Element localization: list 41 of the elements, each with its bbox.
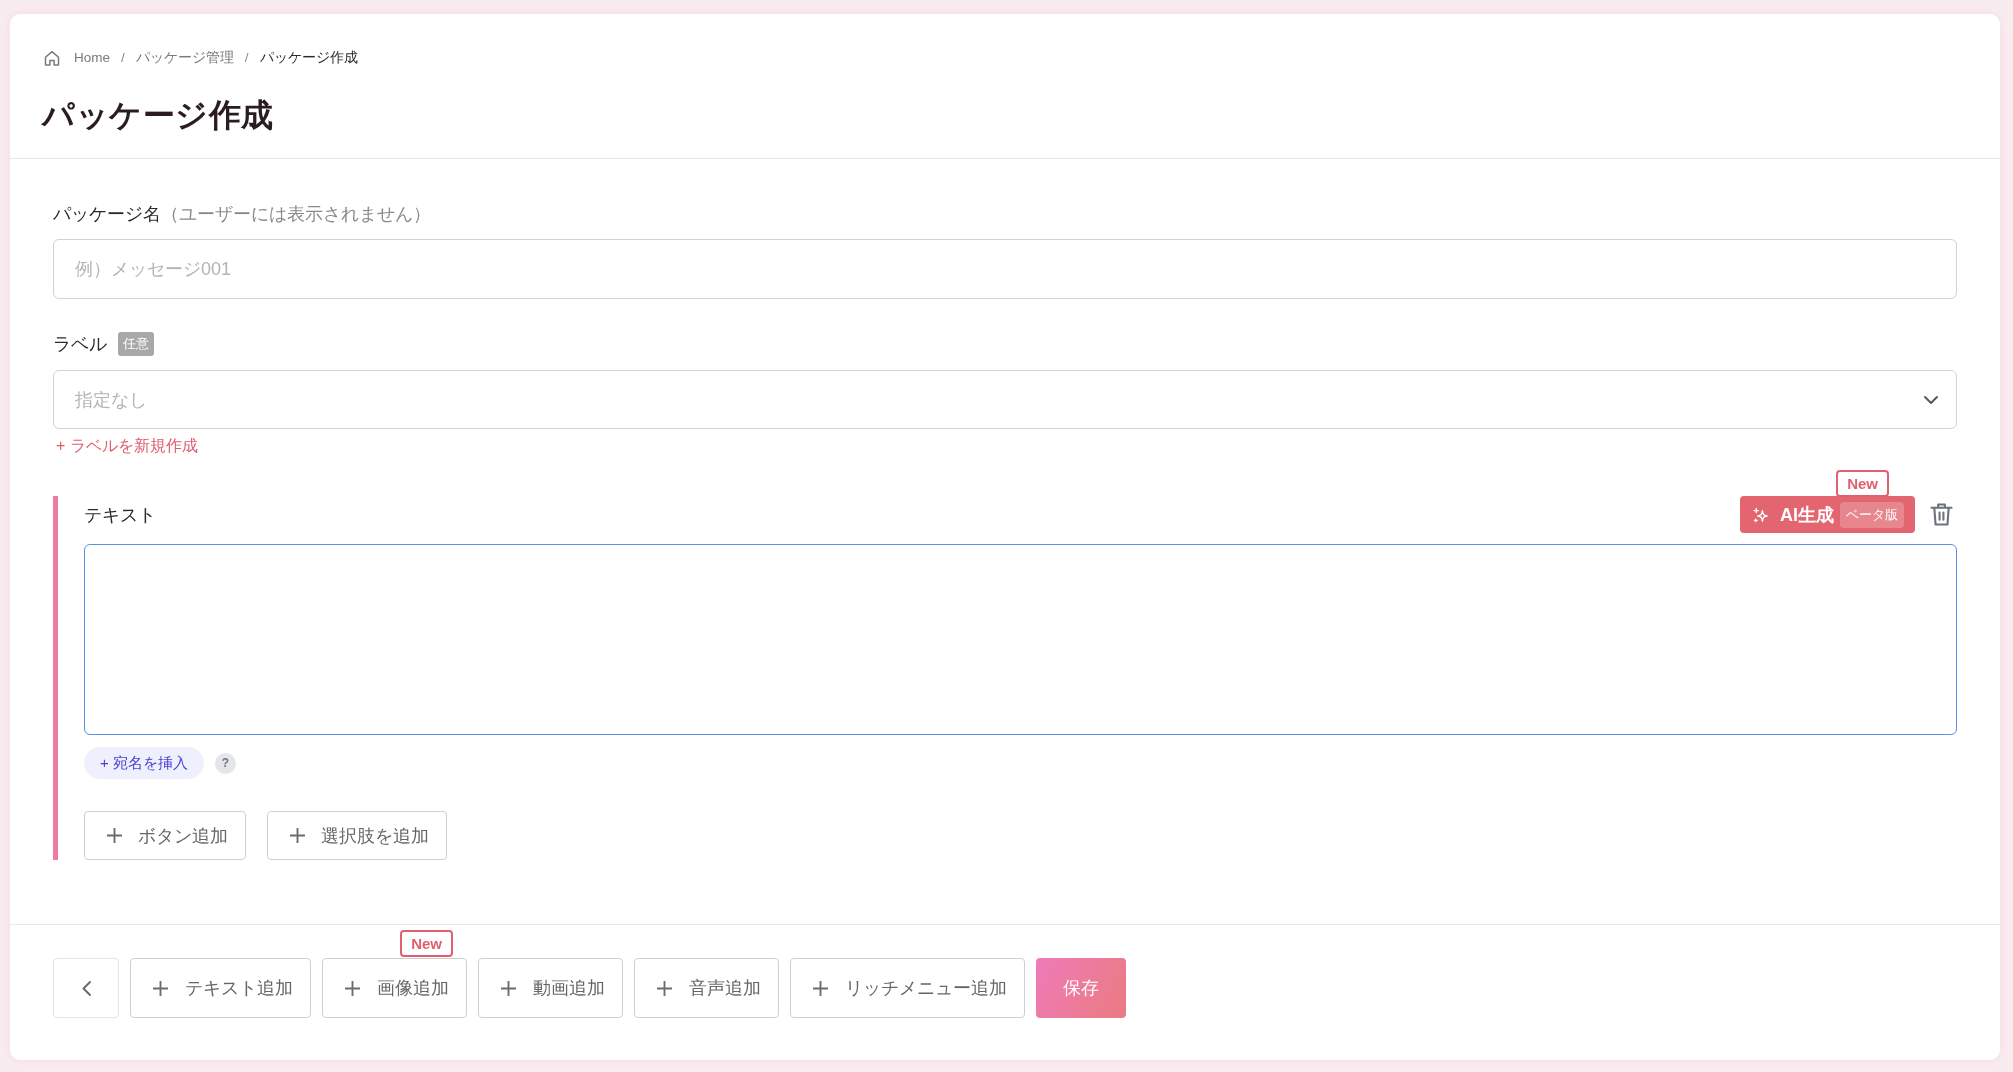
- plus-icon: [290, 828, 305, 843]
- add-button[interactable]: 動画追加: [478, 958, 623, 1018]
- add-button[interactable]: 画像追加: [322, 958, 467, 1018]
- trash-icon: [1930, 502, 1953, 527]
- beta-badge: ベータ版: [1840, 501, 1904, 528]
- plus-icon: [501, 980, 516, 996]
- text-input[interactable]: 例）メッセージ001: [53, 239, 1957, 299]
- optional-badge: 任意: [118, 332, 154, 356]
- chevron-down-icon: [1924, 395, 1938, 404]
- add-button[interactable]: 選択肢を追加: [267, 811, 447, 860]
- message-textarea[interactable]: [84, 544, 1957, 735]
- field-label: パッケージ名: [53, 203, 161, 226]
- new-badge: New: [400, 930, 453, 957]
- home-icon: [44, 50, 60, 66]
- new-badge: New: [1836, 470, 1889, 497]
- breadcrumb-separator: /: [244, 49, 249, 67]
- create-label-link[interactable]: + ラベルを新規作成: [56, 436, 198, 456]
- help-button[interactable]: ?: [214, 752, 236, 774]
- field-label: ラベル: [53, 333, 107, 356]
- page-title: パッケージ作成: [42, 96, 275, 135]
- add-button[interactable]: テキスト追加: [130, 958, 311, 1018]
- breadcrumb-link[interactable]: Home: [74, 48, 110, 68]
- back-button[interactable]: [53, 958, 119, 1018]
- add-button[interactable]: リッチメニュー追加: [790, 958, 1025, 1018]
- breadcrumb-link[interactable]: パッケージ管理: [135, 48, 234, 68]
- field-hint: （ユーザーには表示されません）: [161, 203, 431, 226]
- plus-icon: [345, 980, 360, 996]
- breadcrumb-separator: /: [121, 49, 125, 67]
- breadcrumb-link[interactable]: パッケージ作成: [259, 48, 358, 68]
- add-button[interactable]: 音声追加: [634, 958, 779, 1018]
- plus-icon: [153, 980, 168, 996]
- add-button[interactable]: ボタン追加: [84, 811, 246, 860]
- section-label: テキスト: [84, 503, 157, 527]
- delete-button[interactable]: [1930, 502, 1953, 527]
- plus-icon: [813, 980, 828, 996]
- plus-icon: [107, 828, 122, 843]
- ai-generate-button[interactable]: AI生成 ベータ版: [1740, 496, 1915, 533]
- plus-icon: [657, 980, 672, 996]
- chevron-left-icon: [81, 980, 91, 996]
- insert-name-button[interactable]: + 宛名を挿入: [84, 747, 204, 779]
- sparkle-icon: [1753, 506, 1768, 523]
